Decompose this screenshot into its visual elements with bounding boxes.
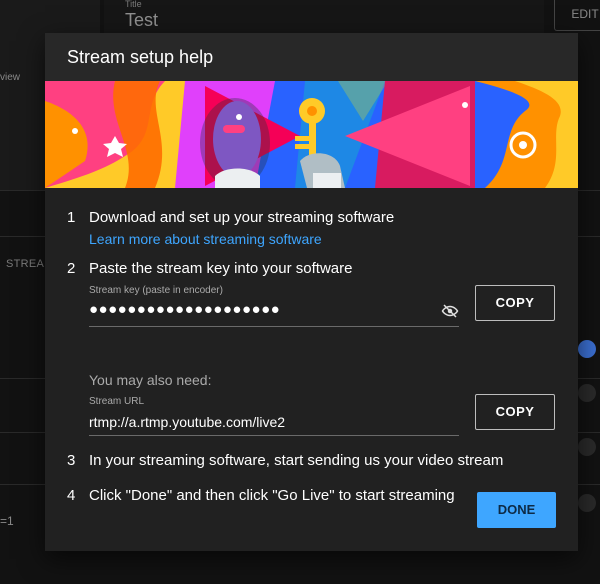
step-text: Paste the stream key into your software <box>89 260 353 277</box>
stream-url-input[interactable]: rtmp://a.rtmp.youtube.com/live2 <box>89 414 285 430</box>
stream-section-label: STREA <box>6 258 45 270</box>
step-text: In your streaming software, start sendin… <box>89 452 504 469</box>
stream-url-label: Stream URL <box>89 396 145 407</box>
done-button[interactable]: DONE <box>477 492 556 528</box>
stream-key-underline <box>89 326 459 327</box>
toggle-switch <box>578 384 596 402</box>
also-need-text: You may also need: <box>89 372 212 388</box>
param-text: =1 <box>0 514 14 528</box>
step-number: 3 <box>67 452 76 469</box>
step-number: 4 <box>67 487 76 504</box>
preview-label: view <box>0 72 21 83</box>
step-number: 2 <box>67 260 76 277</box>
dialog-header: Stream setup help <box>45 33 578 81</box>
illustration-banner <box>45 81 578 188</box>
stream-key-input[interactable]: ●●●●●●●●●●●●●●●●●●●● <box>89 301 280 318</box>
dialog-title: Stream setup help <box>67 46 214 67</box>
learn-more-link[interactable]: Learn more about streaming software <box>89 231 322 247</box>
title-field-label: Title <box>125 0 142 9</box>
toggle-switch <box>578 494 596 512</box>
edit-button: EDIT <box>554 0 600 31</box>
step-text: Download and set up your streaming softw… <box>89 209 395 226</box>
stream-url-underline <box>89 435 459 436</box>
step-text: Click "Done" and then click "Go Live" to… <box>89 487 455 504</box>
visibility-off-icon[interactable] <box>441 302 459 320</box>
stream-key-label: Stream key (paste in encoder) <box>89 285 223 296</box>
copy-stream-key-button[interactable]: COPY <box>475 285 555 321</box>
toggle-switch <box>578 340 596 358</box>
step-number: 1 <box>67 209 76 226</box>
copy-stream-url-button[interactable]: COPY <box>475 394 555 430</box>
title-field-value: Test <box>125 10 159 30</box>
stream-setup-dialog: Stream setup help 1 Download and set up … <box>45 33 578 551</box>
toggle-switch <box>578 438 596 456</box>
